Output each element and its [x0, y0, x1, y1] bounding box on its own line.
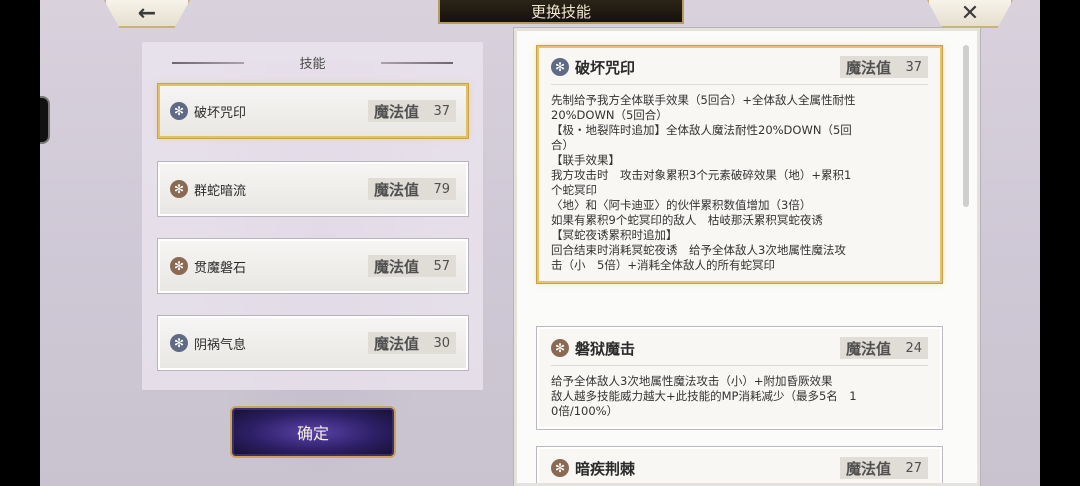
skill-name: 贯魔磐石: [194, 260, 247, 276]
snowflake-icon: ✻: [170, 102, 188, 120]
mp-cost: 魔法值 57: [368, 255, 456, 277]
description-line: 如果有累积9个蛇冥印的敌人 枯岐那沃累积冥蛇夜诱: [551, 213, 823, 227]
skill-name: 阴祸气息: [194, 337, 247, 353]
earth-icon: ✻: [170, 257, 188, 275]
skill-detail-card-3[interactable]: ✻ 暗疾荆棘 魔法值 27: [537, 447, 942, 483]
mp-cost: 魔法值 24: [840, 337, 928, 359]
confirm-button[interactable]: 确定: [230, 406, 396, 458]
mp-label: 魔法值: [846, 339, 892, 358]
skill-slot-2[interactable]: ✻ 群蛇暗流 魔法值 79: [158, 162, 468, 216]
description-line: 0倍/100%）: [551, 404, 619, 418]
earth-icon: ✻: [170, 180, 188, 198]
skill-name: 破坏咒印: [194, 105, 247, 121]
card-description: 给予全体敌人3次地属性魔法攻击（小）+附加昏厥效果 敌人越多技能威力越大+此技能…: [551, 374, 928, 419]
page-title: 更换技能: [438, 0, 684, 24]
description-line: 合）: [551, 138, 574, 152]
close-icon: ✕: [960, 0, 980, 26]
skill-detail-card-1[interactable]: ✻ 破坏咒印 魔法值 37 先制给予我方全体联手效果（5回合）+全体敌人全属性耐…: [537, 46, 942, 283]
mp-cost: 魔法值 27: [840, 457, 928, 479]
mp-value: 27: [905, 460, 922, 476]
mp-label: 魔法值: [846, 459, 892, 478]
side-tab: [40, 96, 50, 144]
earth-icon: ✻: [551, 339, 569, 357]
mp-label: 魔法值: [374, 334, 420, 353]
description-line: 【冥蛇夜诱累积时追加】: [551, 228, 678, 242]
description-line: 给予全体敌人3次地属性魔法攻击（小）+附加昏厥效果: [551, 374, 833, 388]
mp-value: 24: [905, 340, 922, 356]
mp-value: 37: [905, 59, 922, 75]
mp-label: 魔法值: [374, 180, 420, 199]
snowflake-icon: ✻: [170, 334, 188, 352]
skill-slot-4[interactable]: ✻ 阴祸气息 魔法值 30: [158, 316, 468, 370]
card-description: 先制给予我方全体联手效果（5回合）+全体敌人全属性耐性 20%DOWN（5回合）…: [551, 93, 928, 273]
close-button[interactable]: ✕: [927, 0, 1013, 28]
mp-value: 30: [433, 335, 450, 351]
description-line: 个蛇冥印: [551, 183, 597, 197]
earth-icon: ✻: [551, 459, 569, 477]
description-line: 回合结束时消耗冥蛇夜诱 给予全体敌人3次地属性魔法攻: [551, 243, 846, 257]
description-line: 击（小 5倍）+消耗全体敌人的所有蛇冥印: [551, 258, 775, 272]
mp-cost: 魔法值 30: [368, 332, 456, 354]
card-title: 暗疾荆棘: [575, 459, 636, 478]
skill-slot-3[interactable]: ✻ 贯魔磐石 魔法值 57: [158, 239, 468, 293]
mp-label: 魔法值: [374, 257, 420, 276]
skill-slot-1[interactable]: ✻ 破坏咒印 魔法值 37: [158, 84, 468, 138]
description-line: 【联手效果】: [551, 153, 620, 167]
back-button[interactable]: ←: [104, 0, 190, 28]
game-screen: ← 更换技能 ✕ 技能 ✻ 破坏咒印 魔法值 37 ✻ 群蛇暗流 魔法值 79 …: [40, 0, 1040, 486]
skill-list-panel: 技能 ✻ 破坏咒印 魔法值 37 ✻ 群蛇暗流 魔法值 79 ✻ 贯魔磐石 魔法…: [142, 42, 483, 390]
skill-detail-card-2[interactable]: ✻ 磐狱魔击 魔法值 24 给予全体敌人3次地属性魔法攻击（小）+附加昏厥效果 …: [537, 327, 942, 429]
mp-cost: 魔法值 37: [368, 100, 456, 122]
mp-cost: 魔法值 37: [840, 56, 928, 78]
description-line: 【极・地裂阵时追加】全体敌人魔法耐性20%DOWN（5回: [551, 123, 852, 137]
card-header: ✻ 破坏咒印 魔法值 37: [551, 56, 928, 85]
mp-label: 魔法值: [374, 102, 420, 121]
back-arrow-icon: ←: [137, 0, 157, 26]
description-line: 我方攻击时 攻击对象累积3个元素破碎效果（地）+累积1: [551, 168, 852, 182]
mp-label: 魔法值: [846, 58, 892, 77]
card-title: 磐狱魔击: [575, 339, 636, 358]
mp-cost: 魔法值 79: [368, 178, 456, 200]
description-line: 20%DOWN（5回合）: [551, 108, 668, 122]
snowflake-icon: ✻: [551, 58, 569, 76]
card-title: 破坏咒印: [575, 58, 636, 77]
description-line: 敌人越多技能威力越大+此技能的MP消耗减少（最多5名 1: [551, 389, 857, 403]
skill-name: 群蛇暗流: [194, 183, 247, 199]
mp-value: 37: [433, 103, 450, 119]
description-line: 〈地〉和〈阿卡迪亚〉的伙伴累积数值增加（3倍）: [551, 198, 812, 212]
mp-value: 57: [433, 258, 450, 274]
card-header: ✻ 暗疾荆棘 魔法值 27: [551, 457, 928, 483]
ornament-right: [381, 62, 453, 64]
scrollbar[interactable]: [963, 45, 969, 207]
card-header: ✻ 磐狱魔击 魔法值 24: [551, 337, 928, 366]
skill-detail-list[interactable]: ✻ 破坏咒印 魔法值 37 先制给予我方全体联手效果（5回合）+全体敌人全属性耐…: [514, 28, 980, 486]
description-line: 先制给予我方全体联手效果（5回合）+全体敌人全属性耐性: [551, 93, 856, 107]
mp-value: 79: [433, 181, 450, 197]
